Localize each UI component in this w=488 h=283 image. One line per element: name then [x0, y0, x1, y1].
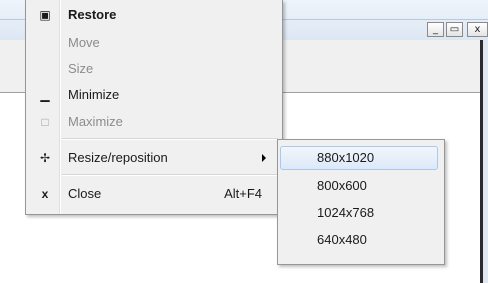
submenu-item-label: 880x1020: [317, 150, 375, 165]
submenu-item-label: 800x600: [317, 178, 367, 193]
submenu-item-880x1020[interactable]: 880x1020: [280, 146, 438, 170]
system-context-menu: ▣ Restore Move Size ▁ Minimize □ Maximiz…: [25, 0, 283, 215]
menu-separator: [62, 174, 278, 176]
menu-item-label: Minimize: [68, 87, 120, 102]
submenu-item-label: 640x480: [317, 232, 367, 247]
menu-item-resize-reposition[interactable]: ✢ Resize/reposition: [28, 146, 280, 170]
menu-item-minimize[interactable]: ▁ Minimize: [28, 83, 280, 107]
menu-item-label: Maximize: [68, 114, 123, 129]
minimize-icon: ▁: [40, 88, 50, 102]
minimize-window-button[interactable]: _: [427, 22, 444, 37]
window-frame-edge: [483, 40, 488, 283]
menu-item-size[interactable]: Size: [28, 57, 280, 81]
submenu-arrow-icon: [262, 154, 266, 162]
menu-item-label: Resize/reposition: [68, 150, 168, 165]
move-arrows-icon: ✢: [39, 151, 51, 165]
menu-item-shortcut: Alt+F4: [224, 186, 262, 201]
resize-submenu: 880x1020 800x600 1024x768 640x480: [277, 139, 445, 265]
close-icon: x: [41, 187, 49, 201]
submenu-item-640x480[interactable]: 640x480: [280, 228, 438, 252]
maximize-icon: □: [41, 115, 49, 129]
maximize-window-button[interactable]: ▭: [446, 22, 463, 37]
menu-item-restore[interactable]: ▣ Restore: [28, 3, 280, 27]
menu-item-move[interactable]: Move: [28, 31, 280, 55]
menu-item-label: Restore: [68, 7, 117, 22]
menu-separator: [62, 138, 278, 140]
menu-item-maximize[interactable]: □ Maximize: [28, 110, 280, 134]
submenu-item-800x600[interactable]: 800x600: [280, 174, 438, 198]
restore-icon: ▣: [39, 8, 51, 22]
menu-item-label: Close: [68, 186, 102, 201]
close-window-button[interactable]: x: [467, 22, 488, 37]
menu-item-label: Size: [68, 61, 94, 76]
submenu-item-1024x768[interactable]: 1024x768: [280, 201, 438, 225]
menu-item-close[interactable]: x Close Alt+F4: [28, 182, 280, 206]
menu-item-label: Move: [68, 35, 100, 50]
submenu-item-label: 1024x768: [317, 205, 375, 220]
